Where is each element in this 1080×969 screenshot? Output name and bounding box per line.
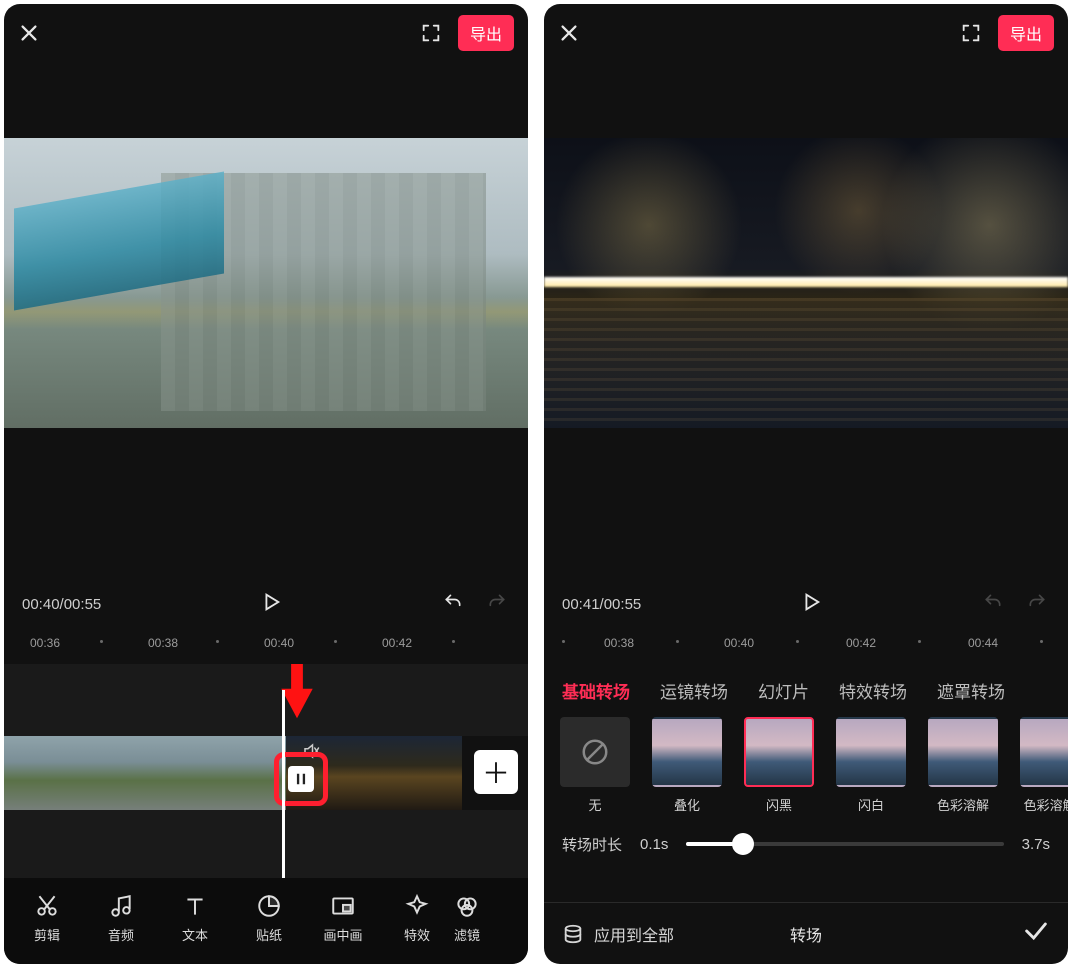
editor-screen-left: 导出 00:40/00:55 00:36 00:38 00:40 00:42 [4,4,528,964]
ruler-tick: 00:40 [724,636,754,650]
play-icon[interactable] [800,591,822,618]
editor-screen-right: 导出 00:41/00:55 00:38 00:40 00:42 00:44 基… [544,4,1068,964]
ruler-tick: 00:42 [382,636,412,650]
export-button[interactable]: 导出 [458,15,514,51]
close-icon[interactable] [18,22,40,44]
close-icon[interactable] [558,22,580,44]
none-icon [560,717,630,787]
duration-label: 转场时长 [562,834,622,855]
confirm-bar: 应用到全部 转场 [544,902,1068,964]
duration-row: 转场时长 0.1s 3.7s [544,820,1068,868]
timecode: 00:41/00:55 [562,596,641,613]
tab-mask[interactable]: 遮罩转场 [937,678,1005,703]
preset-label: 闪黑 [766,795,792,814]
tool-sticker[interactable]: 贴纸 [232,893,306,944]
tab-camera[interactable]: 运镜转场 [660,678,728,703]
preset-dissolve[interactable]: 叠化 [648,717,726,814]
tool-audio[interactable]: 音频 [84,893,158,944]
undo-icon[interactable] [440,592,466,617]
preset-none[interactable]: 无 [556,717,634,814]
preset-colordissolve[interactable]: 色彩溶解 [924,717,1002,814]
tool-label: 特效 [404,925,430,944]
tab-basic[interactable]: 基础转场 [562,678,630,703]
timeline-ruler[interactable]: 00:36 00:38 00:40 00:42 [4,630,528,664]
top-bar: 导出 [4,4,528,62]
tab-slide[interactable]: 幻灯片 [758,678,809,703]
tool-label: 滤镜 [454,925,480,944]
video-preview[interactable] [4,138,528,428]
export-button[interactable]: 导出 [998,15,1054,51]
redo-icon[interactable] [1024,592,1050,617]
tool-cut[interactable]: 剪辑 [10,893,84,944]
tool-label: 音频 [108,925,134,944]
preset-label: 色彩溶解 [937,795,989,814]
transition-presets: 无 叠化 闪黑 闪白 色彩溶解 色彩溶解 II [544,713,1068,820]
ruler-tick: 00:40 [264,636,294,650]
transition-icon [288,766,314,792]
tool-label: 剪辑 [34,925,60,944]
playback-bar: 00:41/00:55 [544,578,1068,630]
redo-icon[interactable] [484,592,510,617]
duration-min: 0.1s [640,836,668,853]
timeline-ruler[interactable]: 00:38 00:40 00:42 00:44 [544,630,1068,664]
transition-tabs: 基础转场 运镜转场 幻灯片 特效转场 遮罩转场 [544,664,1068,713]
ruler-tick: 00:36 [30,636,60,650]
tool-text[interactable]: 文本 [158,893,232,944]
ruler-tick: 00:42 [846,636,876,650]
preset-colordissolve2[interactable]: 色彩溶解 II [1016,717,1068,814]
panel-title: 转场 [790,922,822,946]
preset-label: 闪白 [858,795,884,814]
ruler-tick: 00:44 [968,636,998,650]
video-track[interactable] [4,736,528,810]
bottom-toolbar: 剪辑 音频 文本 贴纸 画中画 特效 滤镜 [4,878,528,964]
play-icon[interactable] [260,591,282,618]
timecode: 00:40/00:55 [22,596,101,613]
preset-label: 叠化 [674,795,700,814]
duration-max: 3.7s [1022,836,1050,853]
add-clip-button[interactable]: ＋ [474,750,518,794]
preset-flashwhite[interactable]: 闪白 [832,717,910,814]
expand-icon[interactable] [420,22,442,44]
tool-filter[interactable]: 滤镜 [454,893,494,944]
tool-fx[interactable]: 特效 [380,893,454,944]
clip-1[interactable] [4,736,286,810]
top-bar: 导出 [544,4,1068,62]
tool-label: 文本 [182,925,208,944]
playhead[interactable] [282,690,285,878]
ruler-tick: 00:38 [604,636,634,650]
tool-label: 贴纸 [256,925,282,944]
playback-bar: 00:40/00:55 [4,578,528,630]
preset-flashblack[interactable]: 闪黑 [740,717,818,814]
expand-icon[interactable] [960,22,982,44]
tool-label: 画中画 [323,925,362,944]
duration-slider[interactable] [686,832,1003,856]
preset-label: 无 [588,795,601,814]
undo-icon[interactable] [980,592,1006,617]
video-preview[interactable] [544,138,1068,428]
timeline[interactable]: ＋ [4,664,528,878]
ruler-tick: 00:38 [148,636,178,650]
tab-fx[interactable]: 特效转场 [839,678,907,703]
preset-label: 色彩溶解 II [1024,795,1068,814]
apply-all-button[interactable]: 应用到全部 [562,922,674,946]
tool-pip[interactable]: 画中画 [306,893,380,944]
confirm-icon[interactable] [1022,917,1050,950]
